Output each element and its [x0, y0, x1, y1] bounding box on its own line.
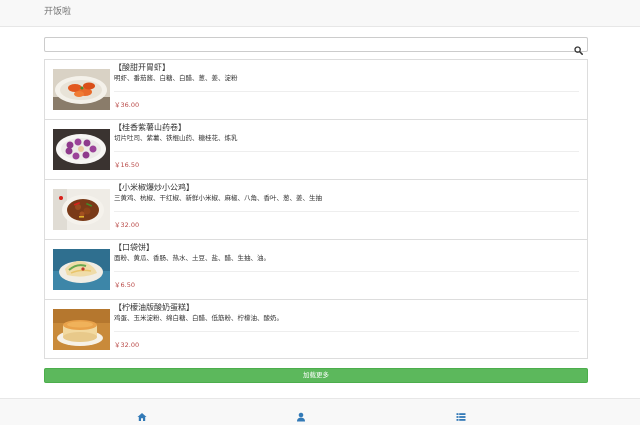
- search-input[interactable]: [47, 39, 567, 50]
- recipe-ingredients: 鸡蛋、玉米淀粉、绵白糖、白醋、低筋粉、柠檬油、酸奶。: [114, 314, 283, 322]
- recipe-title[interactable]: 【酸甜开胃虾】: [114, 63, 170, 73]
- list-item[interactable]: 【柠檬油版酸奶蛋糕】 鸡蛋、玉米淀粉、绵白糖、白醋、低筋粉、柠檬油、酸奶。 ￥3…: [45, 300, 587, 360]
- list-item[interactable]: 【酸甜开胃虾】 明虾、番茄酱、白糖、白醋、葱、姜、淀粉 ￥36.00: [45, 60, 587, 120]
- recipe-price: ￥6.50: [114, 281, 135, 289]
- top-navbar: 开饭啦: [0, 0, 640, 27]
- recipe-ingredients: 明虾、番茄酱、白糖、白醋、葱、姜、淀粉: [114, 74, 238, 82]
- list-item[interactable]: 【桂香紫薯山药卷】 切片吐司、紫薯、铁棍山药、糖桂花、炼乳 ￥16.50: [45, 120, 587, 180]
- divider: [114, 211, 579, 212]
- recipe-title[interactable]: 【柠檬油版酸奶蛋糕】: [114, 303, 194, 313]
- divider: [114, 151, 579, 152]
- recipe-title[interactable]: 【口袋饼】: [114, 243, 154, 253]
- divider: [114, 271, 579, 272]
- recipe-thumbnail[interactable]: [53, 189, 110, 230]
- recipe-thumbnail[interactable]: [53, 69, 110, 110]
- load-more-button[interactable]: 加载更多: [44, 368, 588, 383]
- recipe-ingredients: 面粉、黄瓜、香肠、热水、土豆、盐、醋、生抽、油。: [114, 254, 270, 262]
- home-icon[interactable]: [137, 407, 147, 421]
- recipe-price: ￥32.00: [114, 341, 140, 349]
- list-item[interactable]: 【小米椒爆炒小公鸡】 三黄鸡、杭椒、干红椒、新鲜小米椒、麻椒、八角、香叶、葱、姜…: [45, 180, 587, 240]
- list-icon[interactable]: [456, 407, 466, 421]
- bottom-tab-bar: [0, 398, 640, 425]
- recipe-thumbnail[interactable]: [53, 249, 110, 290]
- recipe-title[interactable]: 【桂香紫薯山药卷】: [114, 123, 186, 133]
- recipe-thumbnail[interactable]: [53, 309, 110, 350]
- recipe-price: ￥32.00: [114, 221, 140, 229]
- search-box: [44, 37, 588, 55]
- divider: [114, 91, 579, 92]
- list-item[interactable]: 【口袋饼】 面粉、黄瓜、香肠、热水、土豆、盐、醋、生抽、油。 ￥6.50: [45, 240, 587, 300]
- brand-title[interactable]: 开饭啦: [44, 6, 71, 18]
- recipe-price: ￥16.50: [114, 161, 140, 169]
- recipe-title[interactable]: 【小米椒爆炒小公鸡】: [114, 183, 194, 193]
- recipe-list: 【酸甜开胃虾】 明虾、番茄酱、白糖、白醋、葱、姜、淀粉 ￥36.00 【桂香紫薯…: [44, 59, 588, 359]
- recipe-ingredients: 切片吐司、紫薯、铁棍山药、糖桂花、炼乳: [114, 134, 238, 142]
- recipe-thumbnail[interactable]: [53, 129, 110, 170]
- app-window: 开饭啦 【酸甜开胃虾】 明虾、番茄酱、白糖、白醋、葱、姜、淀粉 ￥36.00 【…: [0, 0, 640, 425]
- search-icon[interactable]: [574, 40, 583, 55]
- user-icon[interactable]: [296, 407, 306, 422]
- recipe-price: ￥36.00: [114, 101, 140, 109]
- divider: [114, 331, 579, 332]
- recipe-ingredients: 三黄鸡、杭椒、干红椒、新鲜小米椒、麻椒、八角、香叶、葱、姜、生抽: [114, 194, 322, 202]
